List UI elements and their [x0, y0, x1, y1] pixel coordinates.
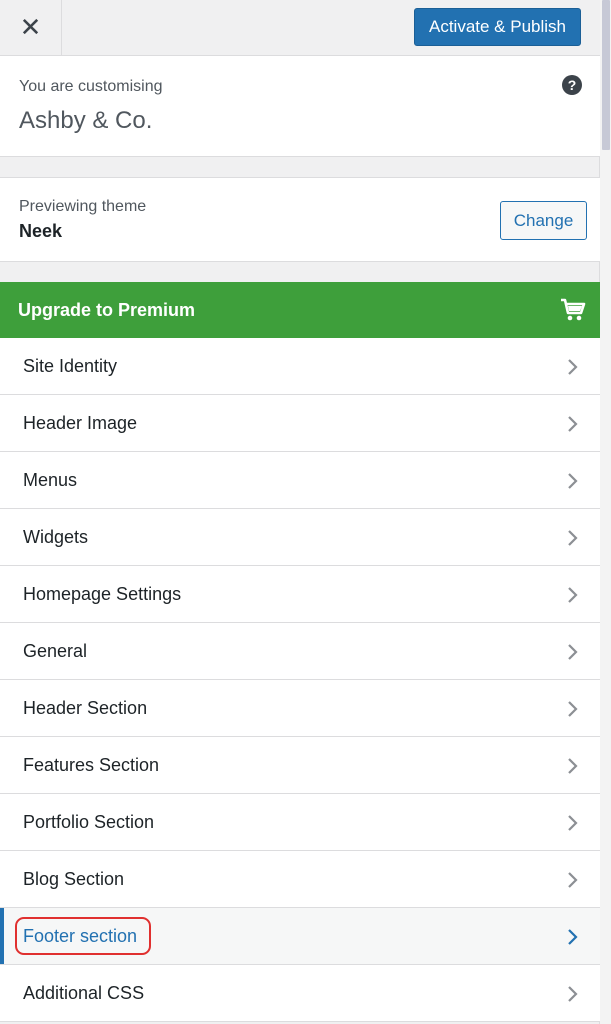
change-theme-button[interactable]: Change — [500, 201, 587, 240]
menu-item-label: Footer section — [23, 926, 138, 946]
customizer-menu: Site Identity Header Image Menus Widgets Hom… — [0, 338, 600, 1022]
scrollbar[interactable] — [600, 0, 611, 1024]
active-indicator — [0, 908, 4, 964]
menu-item-label: Header Image — [23, 413, 138, 433]
menu-item-homepage-settings[interactable]: Homepage Settings — [0, 566, 600, 623]
close-button[interactable]: ✕ — [0, 0, 62, 56]
menu-item-header-section[interactable]: Header Section — [0, 680, 600, 737]
chevron-right-icon — [568, 758, 578, 774]
upgrade-to-premium-button[interactable]: Upgrade to Premium — [0, 282, 600, 338]
menu-item-general[interactable]: General — [0, 623, 600, 680]
menu-item-label: Homepage Settings — [23, 584, 182, 604]
menu-item-label: Site Identity — [23, 356, 118, 376]
menu-item-label: Additional CSS — [23, 983, 145, 1003]
chevron-right-icon — [568, 986, 578, 1002]
chevron-right-icon — [568, 587, 578, 603]
menu-item-footer-section[interactable]: Footer section — [0, 908, 600, 965]
upgrade-label: Upgrade to Premium — [18, 300, 196, 320]
menu-item-header-image[interactable]: Header Image — [0, 395, 600, 452]
help-icon[interactable]: ? — [562, 75, 582, 95]
chevron-right-icon — [568, 929, 578, 945]
chevron-right-icon — [568, 359, 578, 375]
menu-item-widgets[interactable]: Widgets — [0, 509, 600, 566]
menu-item-features-section[interactable]: Features Section — [0, 737, 600, 794]
scrollbar-thumb[interactable] — [602, 0, 610, 150]
menu-item-label: Widgets — [23, 527, 89, 547]
previewing-theme-label: Previewing theme — [19, 198, 147, 215]
chevron-right-icon — [568, 815, 578, 831]
cart-icon — [561, 298, 586, 321]
theme-name: Neek — [19, 221, 63, 241]
customizer-header: ✕ Activate & Publish — [0, 0, 600, 56]
site-title: Ashby & Co. — [19, 107, 153, 134]
menu-item-additional-css[interactable]: Additional CSS — [0, 965, 600, 1022]
menu-item-label: Features Section — [23, 755, 160, 775]
menu-item-label: General — [23, 641, 88, 661]
menu-item-menus[interactable]: Menus — [0, 452, 600, 509]
chevron-right-icon — [568, 644, 578, 660]
chevron-right-icon — [568, 473, 578, 489]
theme-section: Previewing theme Neek Change — [0, 177, 600, 262]
menu-item-portfolio-section[interactable]: Portfolio Section — [0, 794, 600, 851]
menu-item-site-identity[interactable]: Site Identity — [0, 338, 600, 395]
customizer-panel: ✕ Activate & Publish You are customising… — [0, 0, 600, 1024]
menu-item-label: Header Section — [23, 698, 148, 718]
menu-item-label: Menus — [23, 470, 78, 490]
activate-publish-button[interactable]: Activate & Publish — [414, 8, 581, 46]
chevron-right-icon — [568, 872, 578, 888]
chevron-right-icon — [568, 701, 578, 717]
customising-label: You are customising — [19, 78, 163, 95]
customising-info: You are customising Ashby & Co. ? — [0, 56, 600, 157]
chevron-right-icon — [568, 416, 578, 432]
chevron-right-icon — [568, 530, 578, 546]
menu-item-blog-section[interactable]: Blog Section — [0, 851, 600, 908]
close-icon: ✕ — [19, 13, 42, 43]
menu-item-label: Blog Section — [23, 869, 125, 889]
menu-item-label: Portfolio Section — [23, 812, 155, 832]
